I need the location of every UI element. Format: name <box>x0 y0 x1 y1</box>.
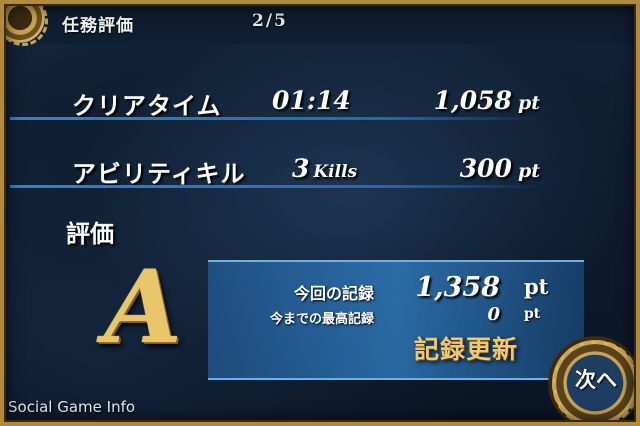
evaluation-heading: 評価 <box>66 220 114 248</box>
next-button-label[interactable]: 次へ <box>566 364 626 394</box>
row-divider <box>10 185 540 188</box>
result-row-clear-time: クリアタイム 01:14 1,058 pt <box>10 82 540 120</box>
current-record-unit: pt <box>524 274 549 299</box>
grade-letter: A <box>104 248 182 366</box>
row-divider <box>10 117 540 120</box>
new-record-badge: 記録更新 <box>414 335 519 364</box>
current-record-points: 1,358 <box>415 272 500 303</box>
result-screen: 任務評価 2/5 クリアタイム 01:14 1,058 pt アビリティキル 3K… <box>0 0 640 426</box>
best-record-unit: pt <box>524 306 541 322</box>
result-points: 300 pt <box>459 154 540 183</box>
watermark: Social Game Info <box>8 398 136 416</box>
best-record-points: 0 <box>487 304 500 325</box>
result-label: クリアタイム <box>72 92 222 120</box>
current-record-label: 今回の記録 <box>293 284 374 303</box>
header-bar: 任務評価 2/5 <box>0 0 640 46</box>
page-title: 任務評価 <box>62 16 134 36</box>
page-indicator: 2/5 <box>252 11 288 31</box>
gear-ornament-icon <box>0 0 48 46</box>
best-record-label: 今までの最高記録 <box>269 312 374 327</box>
result-value: 3 Kills <box>292 154 358 183</box>
result-row-ability-kill: アビリティキル 3 Kills 300 pt <box>10 150 540 188</box>
result-label: アビリティキル <box>72 160 246 188</box>
result-points: 1,058 pt <box>433 86 540 115</box>
result-value: 01:14 <box>272 86 351 115</box>
